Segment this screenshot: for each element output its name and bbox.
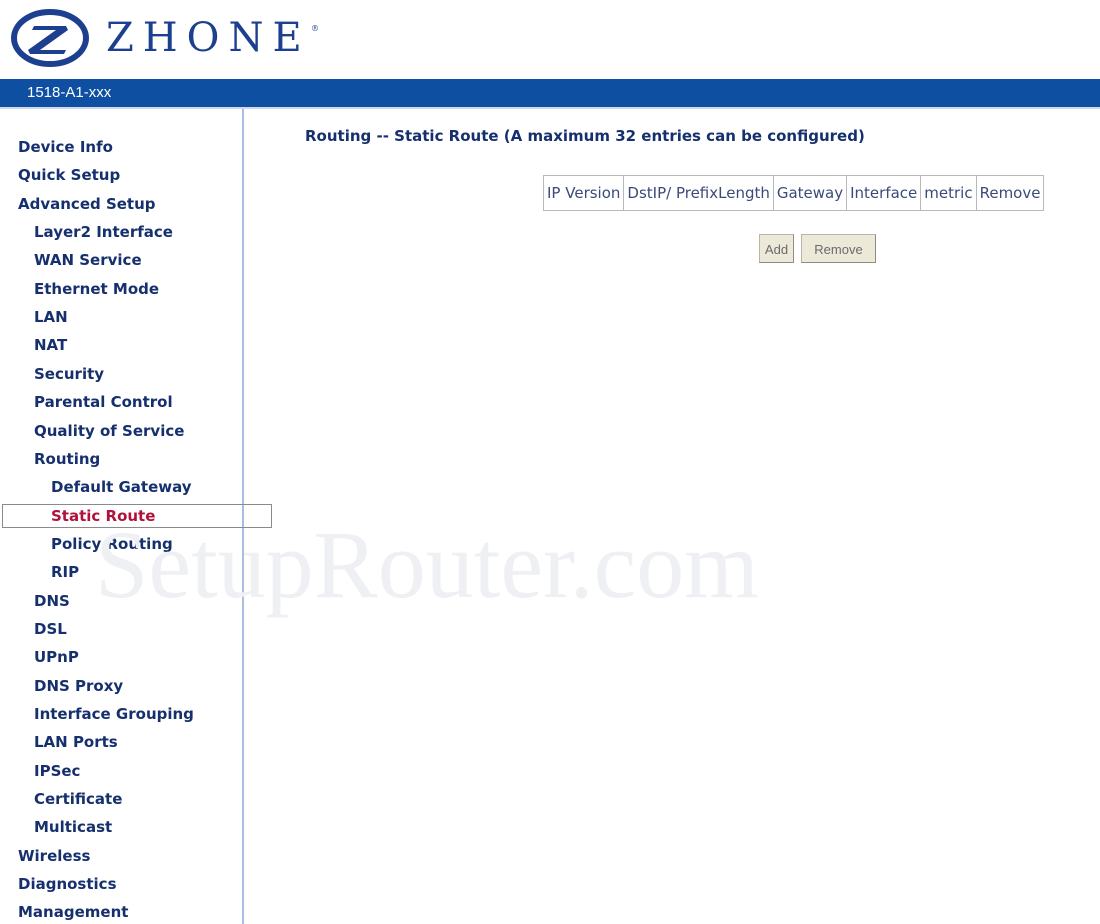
remove-button[interactable]: Remove	[801, 234, 876, 263]
sidebar-item-upnp[interactable]: UPnP	[34, 645, 79, 669]
sidebar-item-wireless[interactable]: Wireless	[18, 844, 90, 868]
sidebar-item-policy-routing[interactable]: Policy Routing	[51, 532, 173, 556]
add-button[interactable]: Add	[759, 234, 794, 263]
sidebar-item-multicast[interactable]: Multicast	[34, 815, 112, 839]
sidebar-item-advanced-setup[interactable]: Advanced Setup	[18, 192, 156, 216]
page-title: Routing -- Static Route (A maximum 32 en…	[305, 127, 865, 145]
sidebar-item-security[interactable]: Security	[34, 362, 104, 386]
static-route-table: IP Version DstIP/ PrefixLength Gateway I…	[542, 175, 1045, 211]
sidebar-item-quality-of-service[interactable]: Quality of Service	[34, 419, 184, 443]
sidebar-item-quick-setup[interactable]: Quick Setup	[18, 163, 120, 187]
sidebar-item-parental-control[interactable]: Parental Control	[34, 390, 173, 414]
model-name: 1518-A1-xxx	[27, 84, 112, 101]
registered-mark: ®	[311, 24, 319, 33]
sidebar-item-dsl[interactable]: DSL	[34, 617, 67, 641]
sidebar-item-interface-grouping[interactable]: Interface Grouping	[34, 702, 194, 726]
header: ZHONE ®	[0, 0, 1100, 78]
sidebar-item-lan[interactable]: LAN	[34, 305, 68, 329]
sidebar-nav: Device Info Quick Setup Advanced Setup Laye…	[0, 109, 272, 924]
sidebar-item-routing[interactable]: Routing	[34, 447, 100, 471]
sidebar-item-static-route[interactable]: Static Route	[2, 504, 272, 528]
sidebar-item-ipsec[interactable]: IPSec	[34, 759, 80, 783]
sidebar-item-dns-proxy[interactable]: DNS Proxy	[34, 674, 123, 698]
column-header-metric: metric	[920, 175, 977, 211]
sidebar-item-lan-ports[interactable]: LAN Ports	[34, 730, 118, 754]
column-header-gateway: Gateway	[772, 175, 848, 211]
table-header-row: IP Version DstIP/ PrefixLength Gateway I…	[542, 175, 1045, 211]
sidebar-item-ethernet-mode[interactable]: Ethernet Mode	[34, 277, 159, 301]
column-header-ip-version: IP Version	[542, 175, 625, 211]
sidebar-item-device-info[interactable]: Device Info	[18, 135, 113, 159]
sidebar-item-rip[interactable]: RIP	[51, 560, 79, 584]
sidebar-item-management[interactable]: Management	[18, 900, 128, 924]
sidebar-item-diagnostics[interactable]: Diagnostics	[18, 872, 117, 896]
sidebar-item-nat[interactable]: NAT	[34, 333, 67, 357]
sidebar-item-dns[interactable]: DNS	[34, 589, 70, 613]
column-header-remove: Remove	[975, 175, 1045, 211]
zhone-logo-icon	[11, 9, 89, 67]
sidebar-item-certificate[interactable]: Certificate	[34, 787, 122, 811]
sidebar-item-default-gateway[interactable]: Default Gateway	[51, 475, 192, 499]
sidebar-item-wan-service[interactable]: WAN Service	[34, 248, 142, 272]
brand-name: ZHONE	[106, 15, 311, 61]
column-header-interface: Interface	[846, 175, 922, 211]
column-header-dstip-prefixlength: DstIP/ PrefixLength	[623, 175, 774, 211]
sidebar-item-layer2-interface[interactable]: Layer2 Interface	[34, 220, 173, 244]
model-bar: 1518-A1-xxx	[0, 79, 1100, 107]
